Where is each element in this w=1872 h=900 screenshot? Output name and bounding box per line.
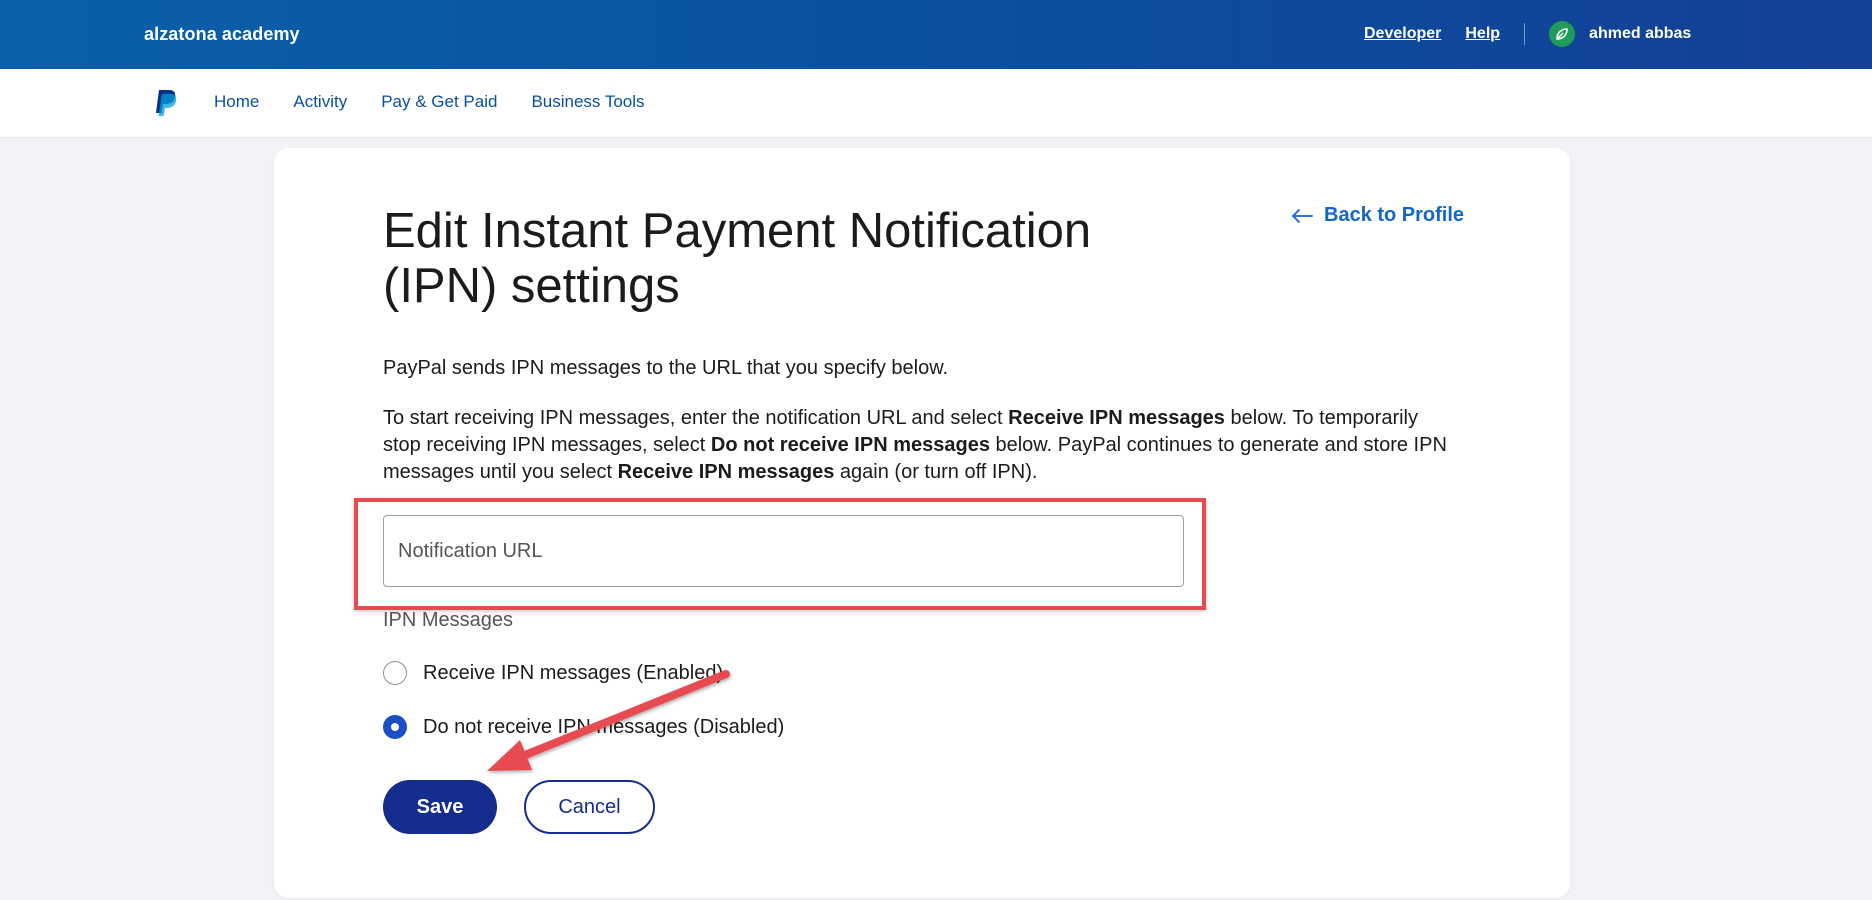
ipn-messages-label: IPN Messages <box>383 609 514 631</box>
nav-pay-and-get-paid[interactable]: Pay & Get Paid <box>381 92 497 112</box>
avatar[interactable] <box>1549 21 1576 47</box>
do-not-receive-ipn-option[interactable]: Do not receive IPN messages (Disabled) <box>383 715 784 739</box>
back-to-profile-link[interactable]: Back to Profile <box>1290 204 1464 227</box>
top-links: Developer Help ahmed abbas <box>1364 21 1691 47</box>
leaf-avatar-icon <box>1556 28 1568 40</box>
help-link[interactable]: Help <box>1465 25 1500 43</box>
do-not-receive-ipn-radio[interactable] <box>383 715 407 739</box>
top-bar: alzatona academy Developer Help ahmed ab… <box>0 0 1872 69</box>
notification-url-input[interactable] <box>383 515 1184 587</box>
save-button[interactable]: Save <box>383 780 497 834</box>
nav-items: Home Activity Pay & Get Paid Business To… <box>214 92 679 112</box>
desc-part-1: To start receiving IPN messages, enter t… <box>383 407 1009 429</box>
description-text: To start receiving IPN messages, enter t… <box>383 405 1453 486</box>
developer-link[interactable]: Developer <box>1364 25 1441 43</box>
receive-ipn-label: Receive IPN messages (Enabled) <box>423 661 724 684</box>
back-link-label: Back to Profile <box>1324 204 1465 226</box>
do-not-receive-ipn-label: Do not receive IPN messages (Disabled) <box>423 715 785 738</box>
nav-home[interactable]: Home <box>214 92 259 112</box>
desc-bold-2: Do not receive IPN messages <box>710 434 990 456</box>
nav-business-tools[interactable]: Business Tools <box>531 92 644 112</box>
arrow-left-icon <box>1292 208 1313 223</box>
intro-text: PayPal sends IPN messages to the URL tha… <box>383 357 949 379</box>
paypal-logo-icon[interactable] <box>154 89 178 117</box>
business-name: alzatona academy <box>144 24 300 44</box>
receive-ipn-radio[interactable] <box>383 661 407 685</box>
desc-bold-3: Receive IPN messages <box>617 461 835 483</box>
receive-ipn-option[interactable]: Receive IPN messages (Enabled) <box>383 661 723 685</box>
nav-activity[interactable]: Activity <box>293 92 347 112</box>
top-divider <box>1524 23 1526 45</box>
user-name[interactable]: ahmed abbas <box>1589 25 1691 43</box>
main-nav: Home Activity Pay & Get Paid Business To… <box>0 69 1872 138</box>
cancel-button[interactable]: Cancel <box>524 780 655 834</box>
desc-bold-1: Receive IPN messages <box>1008 407 1225 429</box>
page-title: Edit Instant Payment Notification (IPN) … <box>383 204 1092 313</box>
desc-part-4: again (or turn off IPN). <box>834 461 1038 483</box>
